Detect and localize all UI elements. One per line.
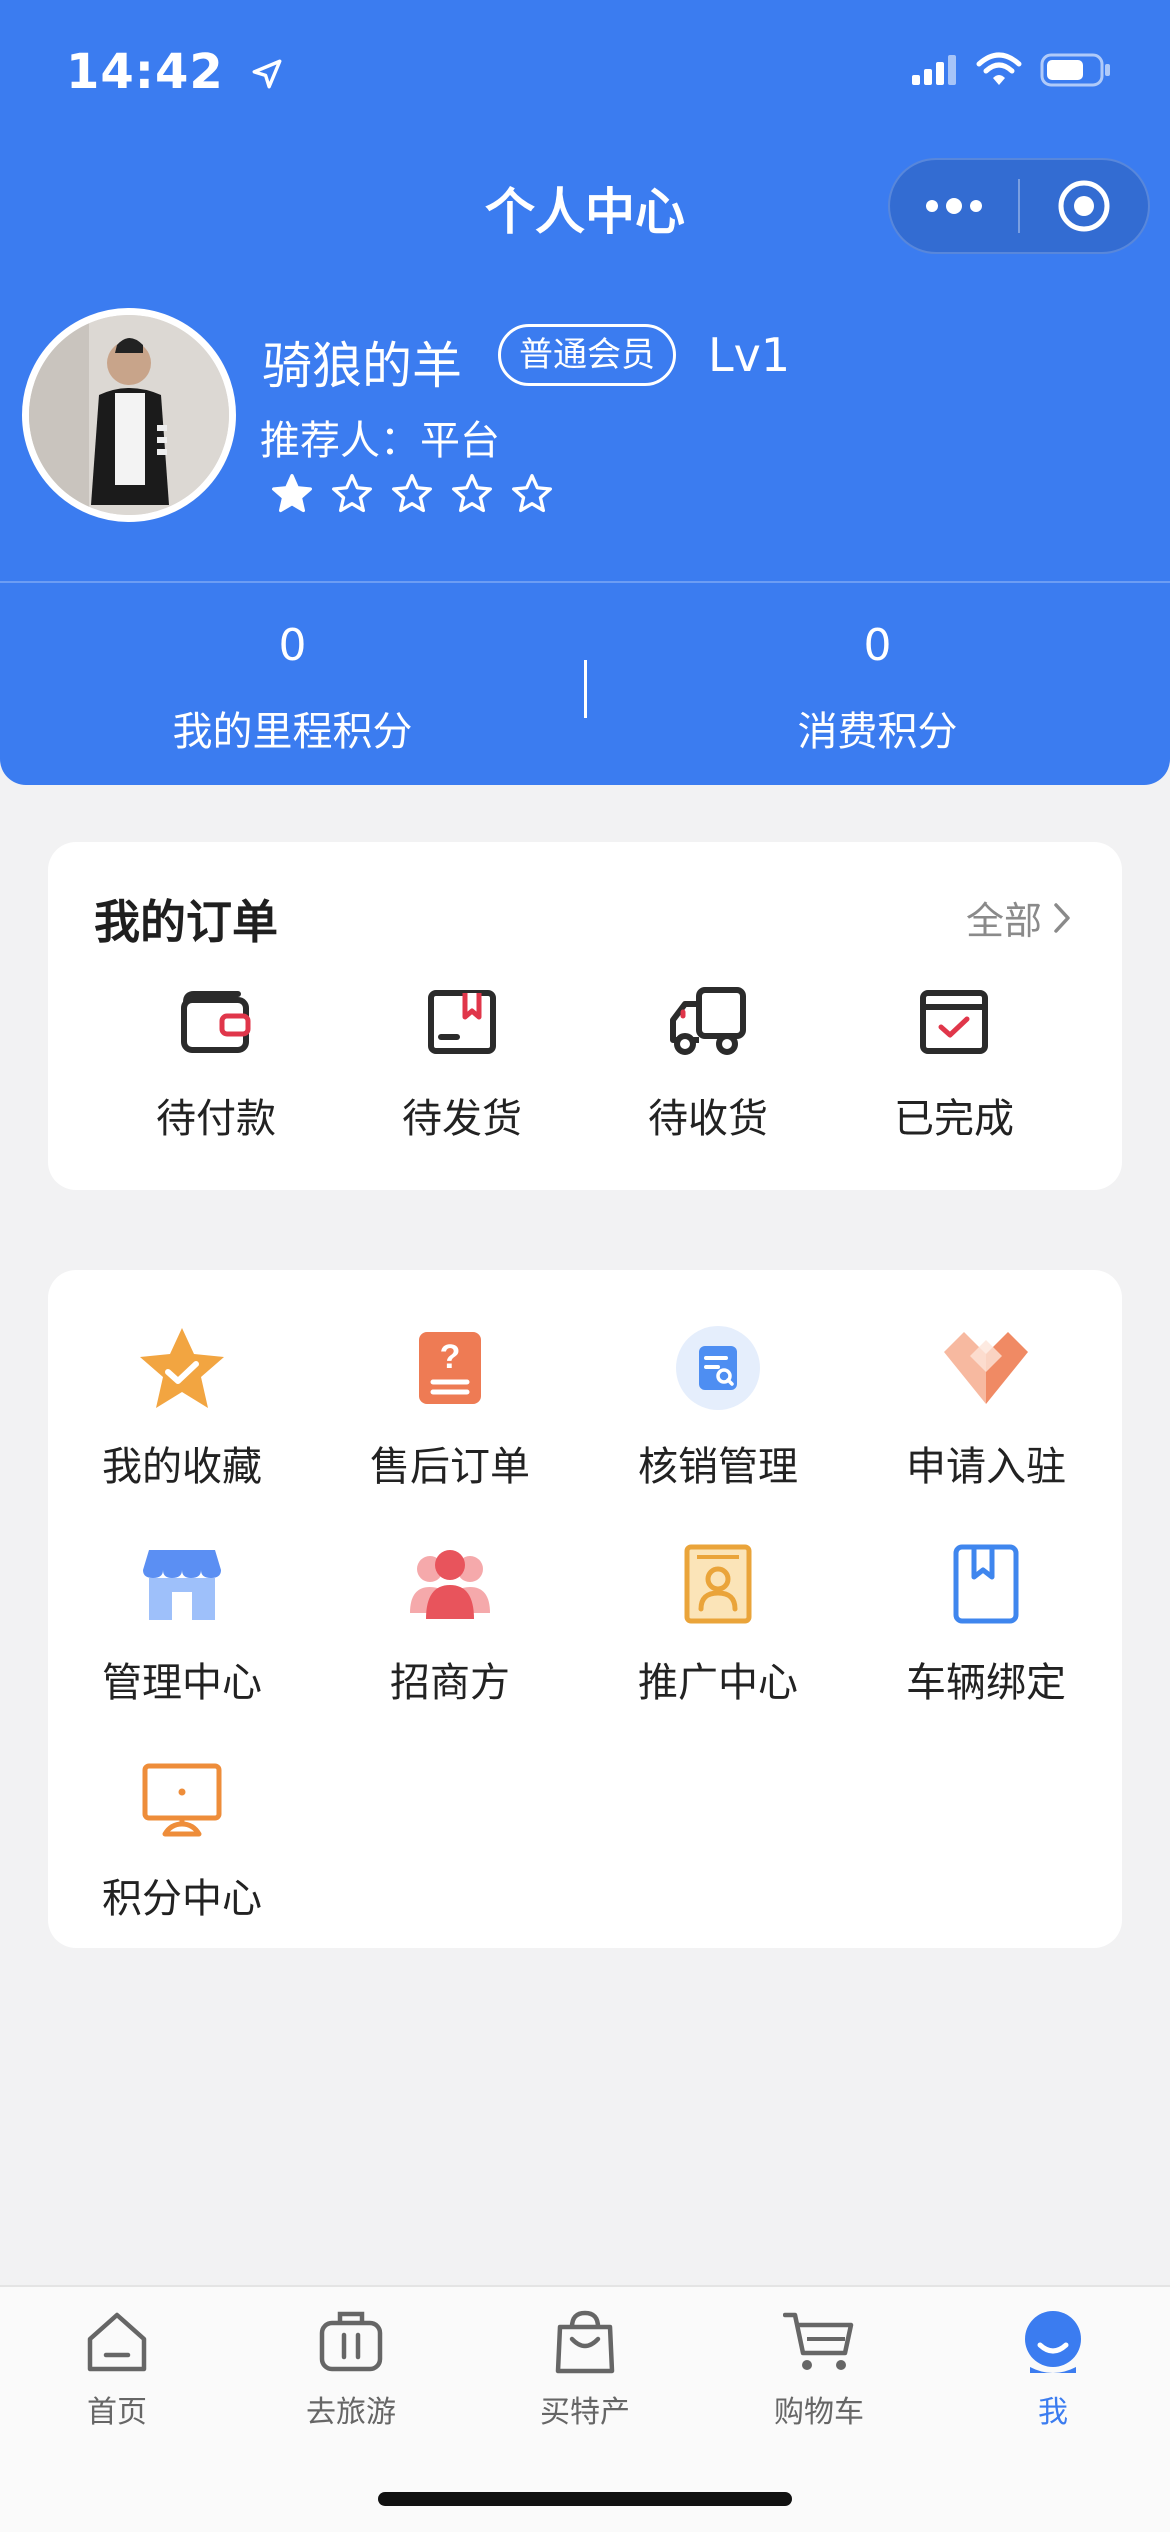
header-divider — [0, 581, 1170, 583]
verification-management[interactable]: 核销管理 — [584, 1320, 852, 1492]
apply-to-join[interactable]: 申请入驻 — [852, 1320, 1120, 1492]
star-outline-icon — [452, 474, 492, 513]
home-indicator — [378, 2492, 792, 2506]
heart-apply-icon — [852, 1320, 1120, 1416]
wifi-icon — [976, 52, 1022, 92]
my-favorites[interactable]: 我的收藏 — [48, 1320, 316, 1492]
profile-header: 14:42 个人中心 骑狼的羊 普通会员 Lv1 推荐人： 平台 0 我的里程积… — [0, 0, 1170, 785]
management-center[interactable]: 管理中心 — [48, 1536, 316, 1708]
promotion-center-label: 推广中心 — [638, 1660, 798, 1706]
contact-card-icon — [584, 1536, 852, 1632]
consumption-points-label: 消费积分 — [797, 709, 958, 755]
mini-program-capsule — [888, 158, 1150, 254]
consumption-points-stat[interactable]: 0 消费积分 — [585, 620, 1170, 757]
cart-icon — [702, 2303, 936, 2381]
svg-text:?: ? — [440, 1338, 461, 1376]
after-sales-orders-label: 售后订单 — [370, 1444, 530, 1490]
rating-stars — [270, 472, 554, 516]
star-filled-icon — [272, 474, 312, 513]
order-pending-payment-label: 待付款 — [156, 1096, 276, 1142]
store-icon — [48, 1536, 316, 1632]
referrer-info: 推荐人： 平台 — [260, 408, 500, 466]
tab-home[interactable]: 首页 — [0, 2303, 234, 2431]
vehicle-binding-label: 车辆绑定 — [906, 1660, 1066, 1706]
merchant-recruitment-label: 招商方 — [390, 1660, 510, 1706]
points-center[interactable]: 积分中心 — [48, 1752, 316, 1924]
home-icon — [0, 2303, 234, 2381]
verification-management-label: 核销管理 — [638, 1444, 798, 1490]
star-outline-icon — [392, 474, 432, 513]
cellular-signal-icon — [912, 53, 958, 91]
vehicle-binding[interactable]: 车辆绑定 — [852, 1536, 1120, 1708]
all-orders-label: 全部 — [965, 899, 1042, 943]
services-card: 我的收藏 ? 售后订单 核销管理 申请入驻 管理中心 招商方 推广中心 车辆绑定… — [48, 1270, 1122, 1948]
tab-specialties-label: 买特产 — [540, 2395, 630, 2430]
question-document-icon: ? — [316, 1320, 584, 1416]
management-center-label: 管理中心 — [102, 1660, 262, 1706]
more-options-button[interactable] — [890, 158, 1018, 254]
user-level: Lv1 — [708, 328, 791, 382]
after-sales-orders[interactable]: ? 售后订单 — [316, 1320, 584, 1492]
all-orders-link[interactable]: 全部 — [966, 890, 1072, 945]
order-pending-receipt-label: 待收货 — [648, 1096, 768, 1142]
promotion-center[interactable]: 推广中心 — [584, 1536, 852, 1708]
status-bar-time: 14:42 — [66, 44, 284, 103]
package-icon — [362, 980, 562, 1064]
status-time-text: 14:42 — [66, 44, 224, 100]
tab-travel-label: 去旅游 — [306, 2395, 396, 2430]
chevron-right-icon — [1054, 902, 1070, 933]
consumption-points-value: 0 — [863, 620, 892, 671]
star-outline-icon — [512, 474, 552, 513]
truck-icon — [608, 980, 808, 1064]
my-favorites-label: 我的收藏 — [102, 1444, 262, 1490]
avatar[interactable] — [22, 308, 236, 522]
star-check-icon — [48, 1320, 316, 1416]
monitor-icon — [48, 1752, 316, 1848]
mileage-points-stat[interactable]: 0 我的里程积分 — [0, 620, 585, 757]
completed-box-icon — [854, 980, 1054, 1064]
search-document-icon — [584, 1320, 852, 1416]
star-outline-icon — [332, 474, 372, 513]
profile-icon — [936, 2303, 1170, 2381]
referrer-value: 平台 — [420, 418, 500, 464]
mileage-points-value: 0 — [278, 620, 307, 671]
tab-cart[interactable]: 购物车 — [702, 2303, 936, 2431]
order-pending-receipt[interactable]: 待收货 — [608, 980, 808, 1144]
user-name: 骑狼的羊 — [262, 337, 462, 395]
tab-specialties[interactable]: 买特产 — [468, 2303, 702, 2431]
order-pending-payment[interactable]: 待付款 — [116, 980, 316, 1144]
status-bar-indicators — [912, 52, 1112, 92]
location-arrow-icon — [250, 47, 284, 103]
shopping-bag-icon — [468, 2303, 702, 2381]
tab-me-label: 我 — [1038, 2395, 1068, 2430]
mileage-points-label: 我的里程积分 — [172, 709, 413, 755]
battery-icon — [1040, 52, 1112, 92]
luggage-icon — [234, 2303, 468, 2381]
people-icon — [316, 1536, 584, 1632]
my-orders-card: 我的订单 全部 待付款 待发货 待收货 已完成 — [48, 842, 1122, 1190]
merchant-recruitment[interactable]: 招商方 — [316, 1536, 584, 1708]
tab-travel[interactable]: 去旅游 — [234, 2303, 468, 2431]
referrer-label: 推荐人： — [260, 418, 420, 464]
tab-me[interactable]: 我 — [936, 2303, 1170, 2431]
order-completed-label: 已完成 — [894, 1096, 1014, 1142]
points-center-label: 积分中心 — [102, 1876, 262, 1922]
bookmark-icon — [852, 1536, 1120, 1632]
close-mini-program-button[interactable] — [1020, 158, 1148, 254]
order-pending-shipment-label: 待发货 — [402, 1096, 522, 1142]
tab-cart-label: 购物车 — [774, 2395, 864, 2430]
orders-title: 我的订单 — [94, 895, 278, 949]
order-completed[interactable]: 已完成 — [854, 980, 1054, 1144]
wallet-icon — [116, 980, 316, 1064]
order-pending-shipment[interactable]: 待发货 — [362, 980, 562, 1144]
avatar-photo — [29, 315, 229, 515]
target-circle-icon — [1058, 180, 1110, 232]
member-level-badge: 普通会员 — [498, 324, 676, 386]
apply-to-join-label: 申请入驻 — [906, 1444, 1066, 1490]
more-dots-icon — [926, 198, 982, 214]
tab-home-label: 首页 — [87, 2395, 147, 2430]
